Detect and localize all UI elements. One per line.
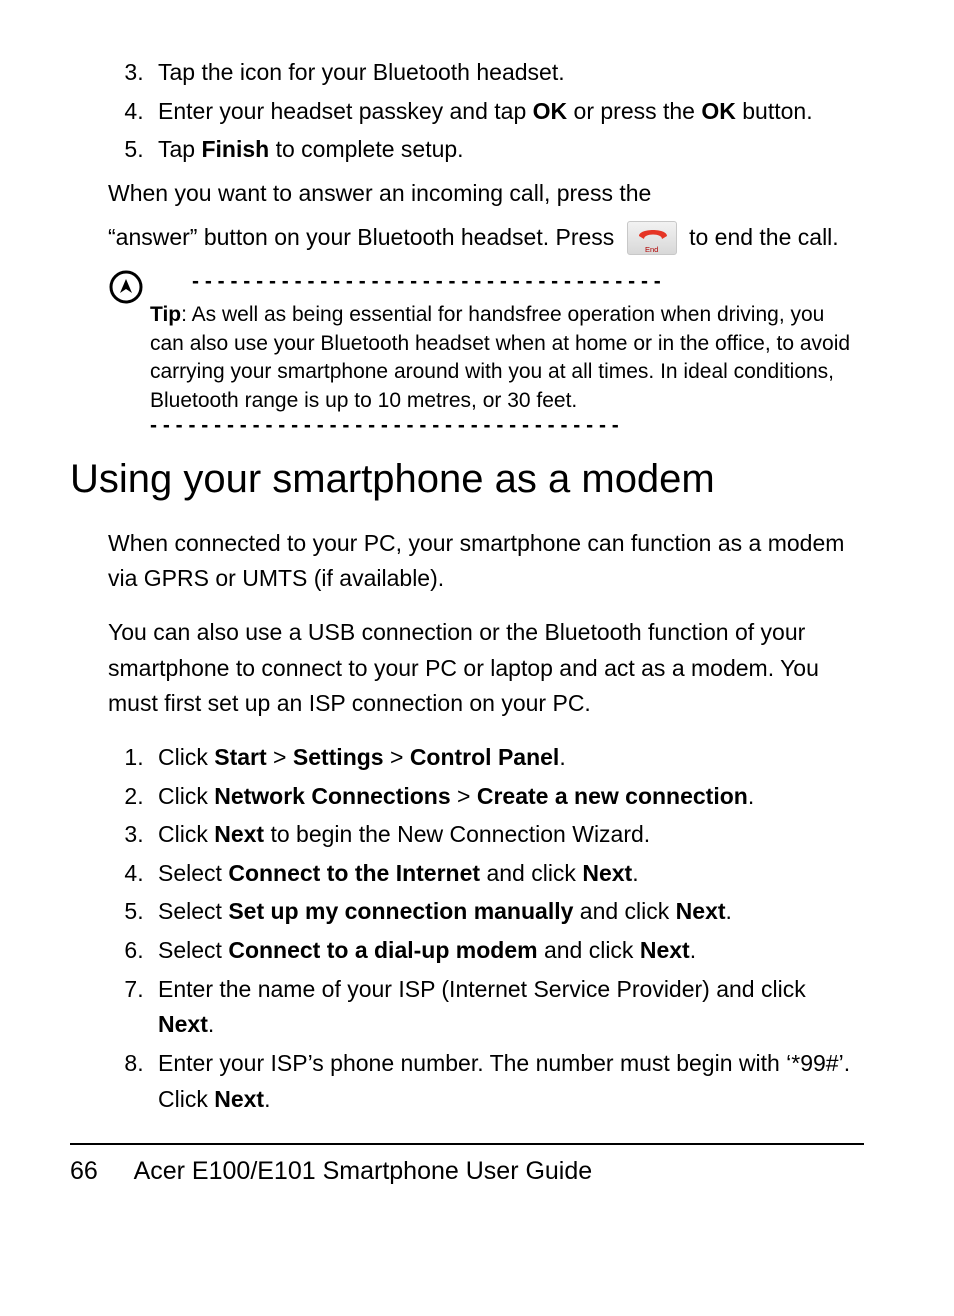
page: Tap the icon for your Bluetooth headset.… — [0, 0, 954, 1216]
bold-term: Connect to the Internet — [228, 860, 480, 886]
content-column: Tap the icon for your Bluetooth headset.… — [70, 55, 864, 255]
answer-paragraph-1: When you want to answer an incoming call… — [108, 176, 864, 212]
bold-term: Next — [158, 1011, 208, 1037]
bold-term: Next — [214, 1086, 264, 1112]
bold-term: OK — [701, 98, 736, 124]
tip-text: Tip: As well as being essential for hand… — [150, 301, 864, 414]
list-item: Select Connect to the Internet and click… — [150, 856, 864, 892]
bold-term: Next — [640, 937, 690, 963]
end-call-button-label: End — [628, 245, 676, 254]
bold-term: Control Panel — [410, 744, 560, 770]
tip-block: - - - - - - - - - - - - - - - - - - - - … — [70, 273, 864, 434]
bold-term: Start — [214, 744, 266, 770]
phone-end-icon — [636, 223, 670, 245]
end-call-button-icon: End — [627, 221, 677, 255]
list-item: Tap the icon for your Bluetooth headset. — [150, 55, 864, 91]
tip-label: Tip — [150, 303, 181, 326]
bold-term: Next — [214, 821, 264, 847]
answer-text-before: “answer” button on your Bluetooth headse… — [108, 224, 614, 250]
list-item: Enter your headset passkey and tap OK or… — [150, 94, 864, 130]
footer-rule — [70, 1143, 864, 1145]
bluetooth-steps-list: Tap the icon for your Bluetooth headset.… — [108, 55, 864, 168]
compass-icon — [108, 269, 144, 310]
bold-term: Next — [676, 898, 726, 924]
bold-term: Network Connections — [214, 783, 450, 809]
bold-term: OK — [533, 98, 568, 124]
tip-body: : As well as being essential for handsfr… — [150, 303, 850, 411]
list-item: Enter the name of your ISP (Internet Ser… — [150, 972, 864, 1043]
modem-steps-list: Click Start > Settings > Control Panel.C… — [108, 740, 864, 1117]
answer-paragraph-2: “answer” button on your Bluetooth headse… — [108, 220, 864, 256]
bold-term: Connect to a dial-up modem — [228, 937, 537, 963]
footer: 66 Acer E100/E101 Smartphone User Guide — [70, 1155, 864, 1188]
list-item: Click Start > Settings > Control Panel. — [150, 740, 864, 776]
tip-dashes-bottom: - - - - - - - - - - - - - - - - - - - - … — [150, 417, 864, 435]
modem-paragraph-2: You can also use a USB connection or the… — [108, 615, 864, 722]
list-item: Click Next to begin the New Connection W… — [150, 817, 864, 853]
footer-title: Acer E100/E101 Smartphone User Guide — [134, 1157, 593, 1185]
bold-term: Create a new connection — [477, 783, 748, 809]
bold-term: Set up my connection manually — [228, 898, 573, 924]
bold-term: Finish — [201, 136, 269, 162]
list-item: Select Connect to a dial-up modem and cl… — [150, 933, 864, 969]
section-heading: Using your smartphone as a modem — [70, 455, 864, 504]
list-item: Tap Finish to complete setup. — [150, 132, 864, 168]
list-item: Click Network Connections > Create a new… — [150, 779, 864, 815]
modem-content: When connected to your PC, your smartpho… — [70, 526, 864, 1118]
bold-term: Next — [582, 860, 632, 886]
list-item: Enter your ISP’s phone number. The numbe… — [150, 1046, 864, 1117]
list-item: Select Set up my connection manually and… — [150, 894, 864, 930]
answer-text-after: to end the call. — [689, 224, 839, 250]
tip-dashes-top: - - - - - - - - - - - - - - - - - - - - … — [150, 273, 864, 291]
bold-term: Settings — [293, 744, 384, 770]
page-number: 66 — [70, 1155, 128, 1188]
modem-paragraph-1: When connected to your PC, your smartpho… — [108, 526, 864, 597]
